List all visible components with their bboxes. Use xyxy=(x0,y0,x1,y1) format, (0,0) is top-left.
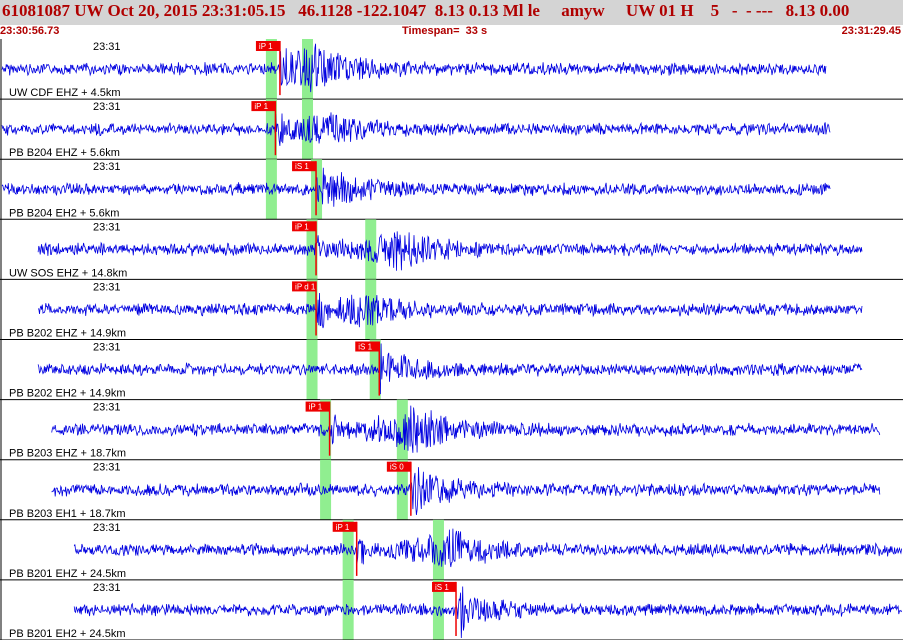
seismic-waveform xyxy=(73,586,902,639)
title-bar: 61081087 UW Oct 20, 2015 23:31:05.15 46.… xyxy=(0,0,903,25)
trace-row[interactable]: iS 0 23:31 PB B203 EH1 + 18.7km xyxy=(0,459,903,521)
pick-label: iS 0 xyxy=(390,463,404,472)
start-time: 23:30:56.73 xyxy=(0,25,60,37)
seismic-waveform xyxy=(51,405,881,453)
seismic-waveform xyxy=(37,231,863,271)
station-label: UW SOS EHZ + 14.8km xyxy=(9,267,127,279)
waveform-panel[interactable]: iP 1 23:31 UW CDF EHZ + 4.5km iP 1 23:31 PB B… xyxy=(0,39,903,640)
station-label: UW CDF EHZ + 4.5km xyxy=(9,87,121,99)
station-label: PB B204 EHZ + 5.6km xyxy=(9,147,120,159)
trace-row[interactable]: iP 1 23:31 PB B201 EHZ + 24.5km xyxy=(0,519,903,581)
pick-label: iP 1 xyxy=(295,222,309,231)
time-info-bar: 23:30:56.73 Timespan= 33 s 23:31:29.45 xyxy=(0,25,903,39)
trace-time-label: 23:31 xyxy=(93,221,121,233)
station-label: PB B202 EHZ + 14.9km xyxy=(9,328,126,340)
pick-label: iS 1 xyxy=(295,162,309,171)
trace-row[interactable]: iP 1 23:31 UW SOS EHZ + 14.8km xyxy=(0,219,903,280)
trace-row[interactable]: iP 1 23:31 UW CDF EHZ + 4.5km xyxy=(0,39,903,100)
trace-time-label: 23:31 xyxy=(93,101,121,113)
station-label: PB B204 EH2 + 5.6km xyxy=(9,207,119,219)
seismic-waveform xyxy=(1,167,831,207)
trace-time-label: 23:31 xyxy=(93,582,121,594)
trace-time-label: 23:31 xyxy=(93,281,121,293)
pick-window xyxy=(432,519,444,580)
trace-time-label: 23:31 xyxy=(93,522,121,534)
seismic-waveform xyxy=(73,528,902,568)
trace-row[interactable]: iS 1 23:31 PB B202 EH2 + 14.9km xyxy=(0,339,903,401)
trace-row[interactable]: iS 1 23:31 PB B201 EH2 + 24.5km xyxy=(0,579,903,640)
trace-row[interactable]: iP 1 23:31 PB B203 EHZ + 18.7km xyxy=(0,399,903,461)
timespan-label: Timespan= 33 s xyxy=(402,25,488,37)
trace-time-label: 23:31 xyxy=(93,402,121,414)
trace-time-label: 23:31 xyxy=(93,342,121,354)
station-label: PB B201 EH2 + 24.5km xyxy=(9,628,125,640)
seismic-waveform xyxy=(37,343,863,395)
station-label: PB B203 EHZ + 18.7km xyxy=(9,448,126,460)
station-label: PB B203 EH1 + 18.7km xyxy=(9,508,125,520)
pick-label: iP 1 xyxy=(259,42,273,51)
seismic-waveform xyxy=(38,292,863,329)
end-time: 23:31:29.45 xyxy=(841,25,901,37)
seismic-waveform xyxy=(51,467,881,516)
pick-label: iP 1 xyxy=(254,102,268,111)
trace-row[interactable]: iP 1 23:31 PB B204 EHZ + 5.6km xyxy=(0,99,903,160)
station-label: PB B201 EHZ + 24.5km xyxy=(9,568,126,580)
trace-row[interactable]: iS 1 23:31 PB B204 EH2 + 5.6km xyxy=(0,159,903,220)
trace-time-label: 23:31 xyxy=(93,41,121,53)
pick-label: iP 1 xyxy=(336,523,350,532)
pick-label: iS 1 xyxy=(435,583,449,592)
seismic-waveform xyxy=(1,112,831,146)
trace-row[interactable]: iP d 1 23:31 PB B202 EHZ + 14.9km xyxy=(0,279,903,340)
trace-time-label: 23:31 xyxy=(93,462,121,474)
pick-label: iP d 1 xyxy=(295,282,316,291)
station-label: PB B202 EH2 + 14.9km xyxy=(9,388,125,400)
pick-label: iP 1 xyxy=(309,403,323,412)
seismic-waveform xyxy=(1,43,827,93)
event-title: 61081087 UW Oct 20, 2015 23:31:05.15 46.… xyxy=(2,1,850,20)
pick-label: iS 1 xyxy=(358,343,372,352)
trace-time-label: 23:31 xyxy=(93,161,121,173)
